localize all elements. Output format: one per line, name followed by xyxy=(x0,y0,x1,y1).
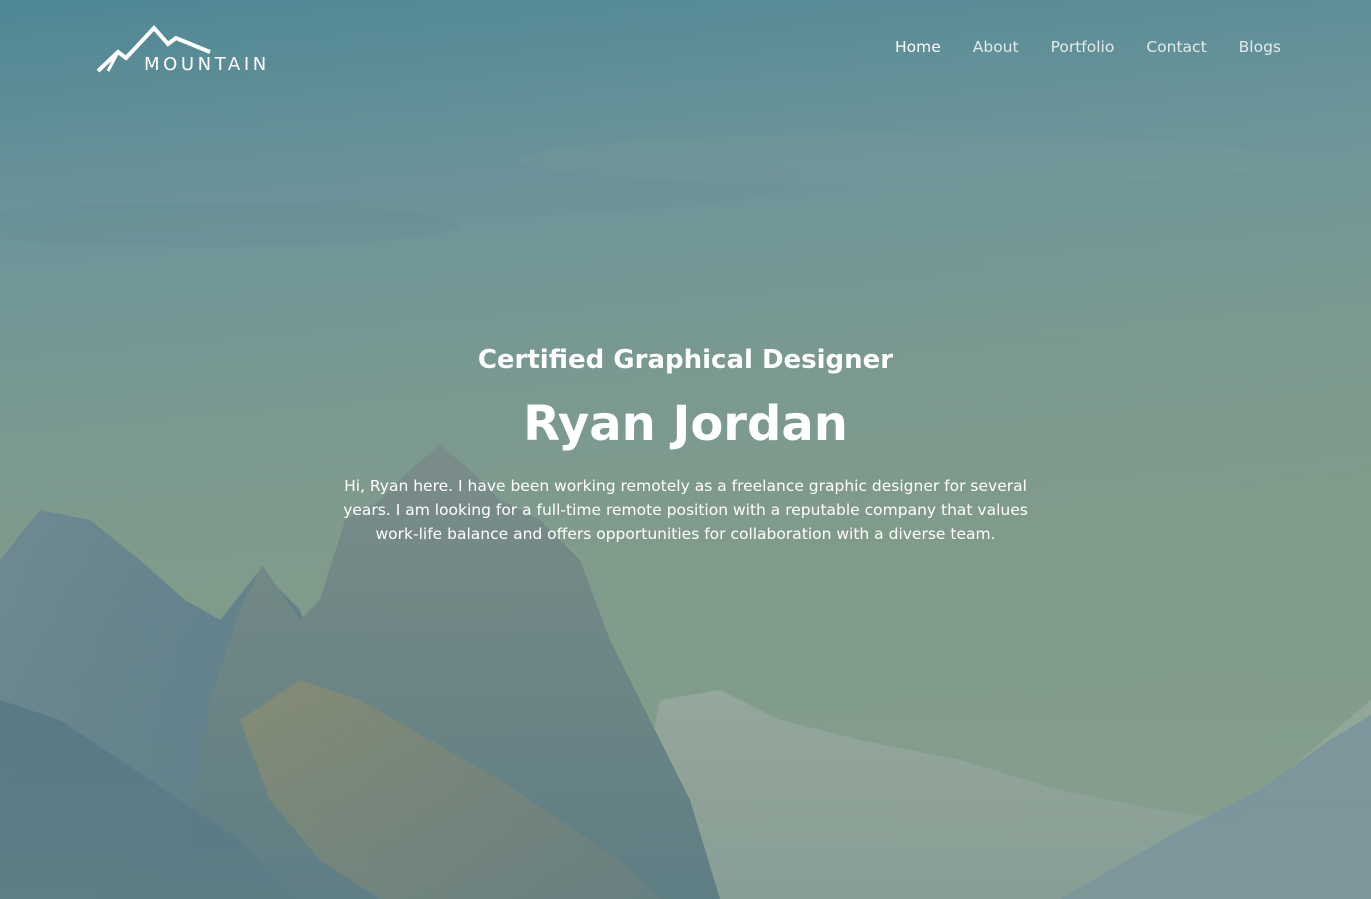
hero-section: Certified Graphical Designer Ryan Jordan… xyxy=(0,338,1371,546)
hero-subtitle: Certified Graphical Designer xyxy=(477,345,894,375)
main-navigation: Home About Portfolio Contact Blogs xyxy=(895,38,1281,56)
nav-home[interactable]: Home xyxy=(895,38,941,56)
site-header: MOUNTAIN Home About Portfolio Contact Bl… xyxy=(0,0,1371,100)
hero-description: Hi, Ryan here. I have been working remot… xyxy=(343,477,1028,543)
nav-portfolio[interactable]: Portfolio xyxy=(1051,38,1115,56)
nav-about[interactable]: About xyxy=(973,38,1019,56)
hero-title: Ryan Jordan xyxy=(523,396,848,452)
site-logo[interactable]: MOUNTAIN xyxy=(96,24,286,78)
logo-text: MOUNTAIN xyxy=(144,54,270,75)
nav-contact[interactable]: Contact xyxy=(1146,38,1206,56)
nav-blogs[interactable]: Blogs xyxy=(1239,38,1281,56)
